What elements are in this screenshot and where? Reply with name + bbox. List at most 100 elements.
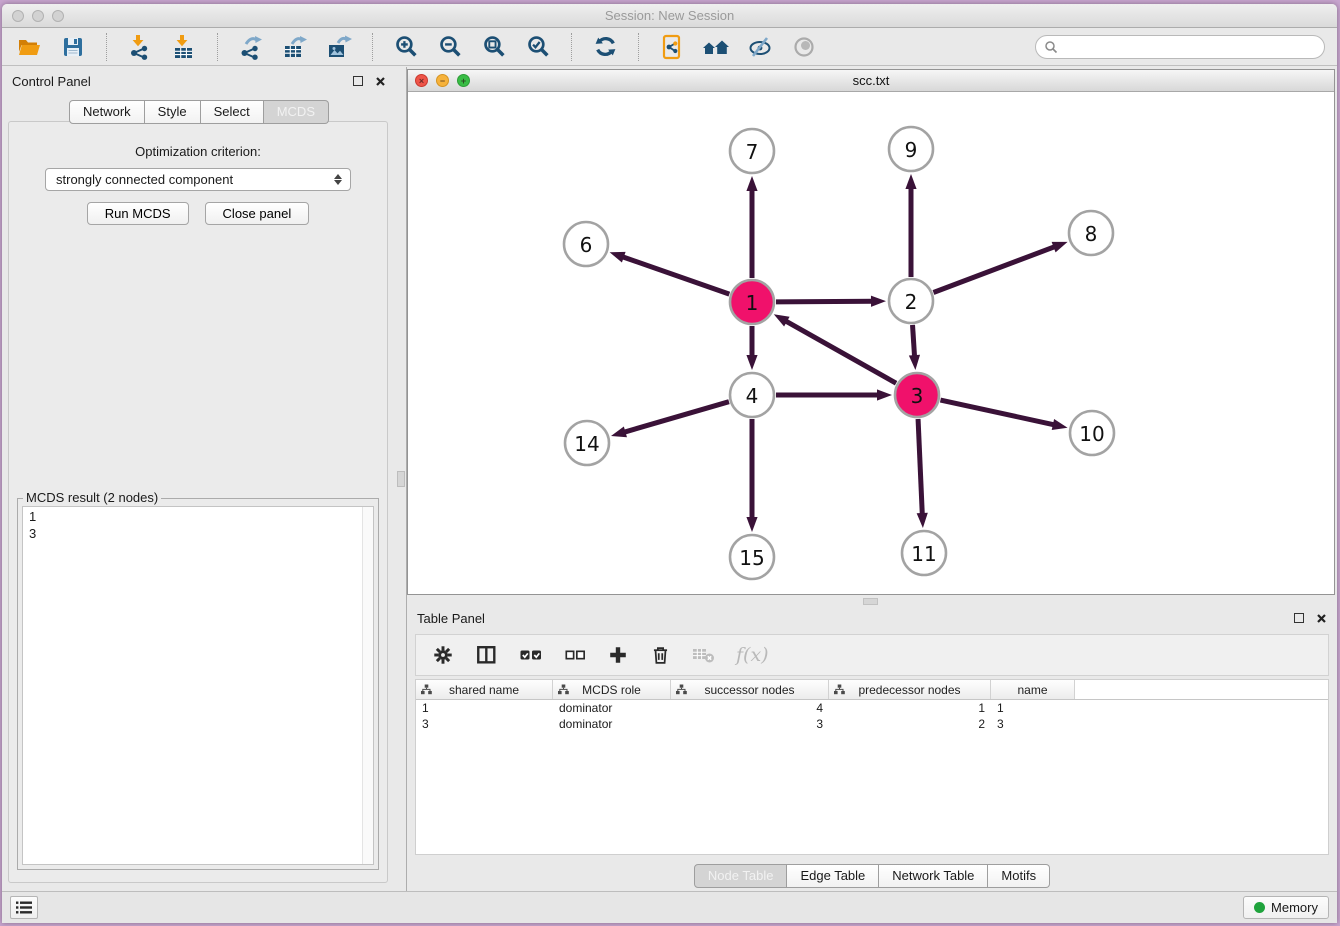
first-neighbors-icon[interactable] [701,33,731,61]
network-canvas[interactable]: 7968124314101511 [408,93,1334,594]
network-window-title: scc.txt [408,73,1334,88]
tab-motifs[interactable]: Motifs [988,864,1050,888]
close-panel-icon[interactable] [375,76,386,87]
hide-selected-icon[interactable] [745,33,775,61]
delete-table-disabled-icon [692,645,715,665]
open-file-icon[interactable] [14,33,44,61]
dropdown-stepper-icon [334,174,342,185]
select-all-columns-icon[interactable] [519,644,543,666]
column-header-name[interactable]: name [991,680,1075,699]
graph-node-label: 1 [746,291,759,315]
import-table-icon[interactable] [169,33,199,61]
import-network-icon[interactable] [125,33,155,61]
column-layout-icon[interactable] [475,644,498,666]
export-image-icon[interactable] [324,33,354,61]
graph-node-label: 9 [905,138,918,162]
graph-node-label: 6 [580,233,593,257]
table-cell[interactable]: 3 [991,717,1075,731]
table-cell[interactable]: 1 [829,701,991,715]
memory-button[interactable]: Memory [1243,896,1329,919]
mcds-result-title: MCDS result (2 nodes) [23,490,161,505]
edge-arrowhead [610,252,626,263]
tab-mcds[interactable]: MCDS [264,100,329,124]
edge-arrowhead [877,389,892,400]
table-cell[interactable]: 3 [416,717,553,731]
graph-node-label: 10 [1079,422,1104,446]
tab-edge-table[interactable]: Edge Table [787,864,879,888]
result-scrollbar[interactable] [362,507,373,864]
graphics-details-disabled-icon [789,33,819,61]
unselect-all-columns-icon[interactable] [564,644,586,666]
tab-style[interactable]: Style [145,100,201,124]
list-icon [16,901,32,914]
splitter-grip[interactable] [397,471,405,487]
task-history-button[interactable] [10,896,38,919]
float-panel-icon[interactable] [353,76,363,86]
application-window: Session: New Session [2,4,1337,923]
toolbar-separator [372,33,373,61]
criterion-dropdown[interactable]: strongly connected component [45,168,351,191]
criterion-dropdown-value: strongly connected component [56,172,334,187]
graph-edge-3-1[interactable] [784,320,896,383]
column-header-shared-name[interactable]: shared name [416,680,553,699]
tab-node-table[interactable]: Node Table [694,864,788,888]
table-panel-title: Table Panel [417,611,1294,626]
graph-edge-2-3[interactable] [913,325,915,358]
zoom-fit-icon[interactable] [479,33,509,61]
zoom-selected-icon[interactable] [523,33,553,61]
header-filler [1075,680,1328,699]
table-cell[interactable]: 4 [671,701,829,715]
table-settings-gear-icon[interactable] [432,644,454,666]
delete-columns-icon[interactable] [650,644,671,666]
edge-arrowhead [905,174,916,189]
table-cell[interactable]: 1 [416,701,553,715]
network-window-titlebar[interactable]: × − + scc.txt [408,70,1334,92]
table-cell[interactable]: 1 [991,701,1075,715]
graph-edge-2-8[interactable] [933,246,1056,292]
mcds-result-list[interactable]: 13 [22,506,374,865]
vertical-splitter[interactable] [396,67,406,891]
tab-network-table[interactable]: Network Table [879,864,988,888]
table-cell[interactable]: 2 [829,717,991,731]
tab-select[interactable]: Select [201,100,264,124]
table-row[interactable]: 1dominator411 [416,700,1328,716]
export-network-icon[interactable] [236,33,266,61]
graph-node-label: 11 [911,542,936,566]
float-table-panel-icon[interactable] [1294,613,1304,623]
table-panel: Table Panel [407,604,1337,891]
graph-edge-3-10[interactable] [940,400,1055,425]
refresh-layout-icon[interactable] [590,33,620,61]
graph-edge-4-14[interactable] [623,402,729,433]
close-panel-button[interactable]: Close panel [205,202,310,225]
zoom-in-icon[interactable] [391,33,421,61]
export-table-icon[interactable] [280,33,310,61]
network-file-icon[interactable] [657,33,687,61]
graph-edge-1-2[interactable] [776,301,874,302]
table-cell[interactable]: dominator [553,717,671,731]
search-box[interactable] [1035,35,1325,59]
tab-network[interactable]: Network [69,100,145,124]
column-header-successor-nodes[interactable]: successor nodes [671,680,829,699]
table-cell[interactable]: 3 [671,717,829,731]
mcds-result-item: 1 [29,508,367,525]
save-session-icon[interactable] [58,33,88,61]
table-tabs: Node TableEdge TableNetwork TableMotifs [407,864,1337,888]
table-cell[interactable]: dominator [553,701,671,715]
graph-edge-1-6[interactable] [621,256,729,294]
close-table-panel-icon[interactable] [1316,613,1327,624]
graph-edge-3-11[interactable] [918,419,922,516]
column-header-MCDS-role[interactable]: MCDS role [553,680,671,699]
table-row[interactable]: 3dominator323 [416,716,1328,732]
create-column-icon[interactable] [607,644,629,666]
toolbar-separator [571,33,572,61]
control-panel-tabs: NetworkStyleSelectMCDS [2,100,396,124]
search-input[interactable] [1058,40,1316,54]
zoom-out-icon[interactable] [435,33,465,61]
column-header-predecessor-nodes[interactable]: predecessor nodes [829,680,991,699]
table-toolbar: f(x) [415,634,1329,676]
run-mcds-button[interactable]: Run MCDS [87,202,189,225]
mcds-panel: Optimization criterion: strongly connect… [8,121,388,883]
memory-button-label: Memory [1271,900,1318,915]
edge-arrowhead [917,513,928,528]
main-toolbar [2,28,1337,66]
